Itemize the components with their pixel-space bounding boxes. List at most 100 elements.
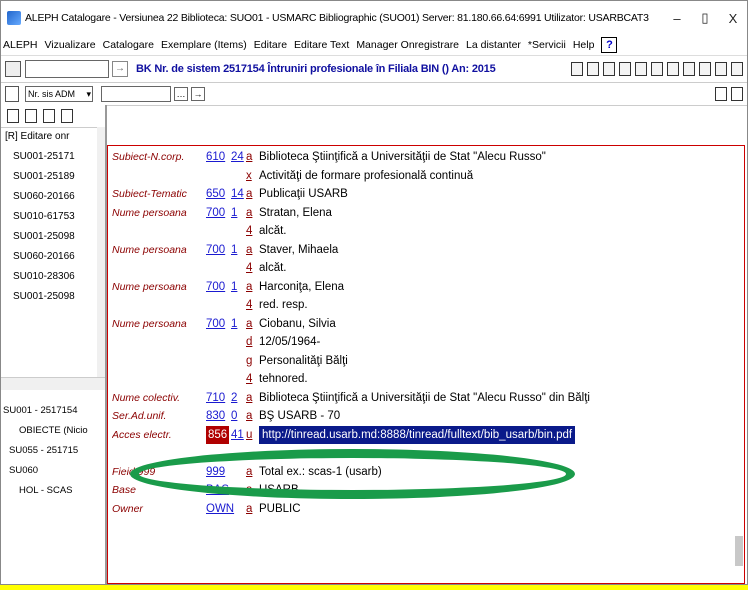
record-field-line[interactable]: x Activităţi de formare profesională cont… [108, 167, 728, 186]
record-field-line[interactable]: Fieid 999 999 a Total ex.: scas-1 (usarb) [108, 463, 728, 482]
record-field-line[interactable]: Nume persoana 700 1 a Staver, Mihaela [108, 241, 728, 260]
field-value[interactable]: tehnored. [259, 370, 308, 389]
ellipsis-button[interactable]: … [174, 87, 188, 101]
menu-servicii[interactable]: *Servicii [528, 39, 566, 51]
tree-item[interactable]: SU010-61753 [1, 207, 97, 227]
record-editor: Subiect-N.corp. 610 24 a Biblioteca Ştiinţif… [107, 145, 745, 584]
field-value[interactable]: 12/05/1964- [259, 333, 320, 352]
menu-help[interactable]: Help [573, 39, 595, 51]
record-field-line[interactable]: d 12/05/1964- [108, 333, 728, 352]
record-field-line[interactable]: Subiect-Tematic 650 14 a Publicaţii USARB [108, 185, 728, 204]
menu-manager[interactable]: Manager Onregistrare [356, 39, 459, 51]
field-value[interactable]: BŞ USARB - 70 [259, 407, 340, 426]
tree-item[interactable]: SU060-20166 [1, 247, 97, 267]
print-icon[interactable] [699, 62, 711, 76]
field-value[interactable]: alcăt. [259, 222, 287, 241]
tree2-item[interactable]: HOL - SCAS [1, 481, 105, 501]
tree2-item[interactable]: SU055 - 251715 [1, 441, 105, 461]
field-indicator: 24 [231, 151, 244, 163]
lock-icon[interactable] [667, 62, 679, 76]
menu-editare[interactable]: Editare [254, 39, 287, 51]
help-icon[interactable]: ? [601, 37, 618, 53]
refresh-icon[interactable] [715, 62, 727, 76]
record-field-line[interactable]: Acces electr. 856 41 u http://tinread.usarb.… [108, 425, 728, 444]
field-value[interactable]: USARB [259, 481, 299, 500]
field-value[interactable]: alcăt. [259, 259, 287, 278]
edit-icon[interactable] [731, 87, 743, 101]
menu-catalogare[interactable]: Catalogare [103, 39, 154, 51]
tree-item[interactable]: SU010-28306 [1, 267, 97, 287]
record-field-line[interactable]: 4 alcăt. [108, 222, 728, 241]
tree-find-icon[interactable] [61, 109, 73, 123]
scrollbar-thumb[interactable] [735, 536, 743, 566]
view-icon[interactable] [715, 87, 727, 101]
record-field-line[interactable]: Owner OWN a PUBLIC [108, 500, 728, 519]
record-field-line[interactable]: Nume colectiv. 710 2 a Biblioteca Ştiinţific… [108, 389, 728, 408]
editor-scrollbar[interactable] [732, 146, 744, 583]
field-value[interactable]: Staver, Mihaela [259, 241, 338, 260]
record-field-line[interactable]: Subiect-N.corp. 610 24 a Biblioteca Ştiinţif… [108, 148, 728, 167]
tree2-item[interactable]: SU060 [1, 461, 105, 481]
menu-la-distanter[interactable]: La distanter [466, 39, 521, 51]
record-field-line[interactable]: g Personalităţi Bălţi [108, 352, 728, 371]
tree2-item[interactable]: SU001 - 2517154 [1, 401, 105, 421]
tree-new-icon[interactable] [7, 109, 19, 123]
maximize-button[interactable]: ▯ [691, 10, 719, 26]
list-icon[interactable] [619, 62, 631, 76]
tree-horizontal-scrollbar[interactable] [1, 377, 105, 390]
page-icon[interactable] [5, 86, 19, 102]
tree-cut-icon[interactable] [43, 109, 55, 123]
field-value[interactable]: PUBLIC [259, 500, 301, 519]
record-number-input[interactable] [25, 60, 109, 78]
tree-vertical-scrollbar[interactable] [97, 127, 105, 377]
menu-editare-text[interactable]: Editare Text [294, 39, 349, 51]
tree-item[interactable]: SU060-20166 [1, 187, 97, 207]
base-select[interactable]: Nr. sis ADM [25, 86, 93, 102]
record-field-line[interactable]: 4 alcăt. [108, 259, 728, 278]
save-icon[interactable] [571, 62, 583, 76]
record-field-line[interactable]: Nume persoana 700 1 a Stratan, Elena [108, 204, 728, 223]
toolbar-primary: → BK Nr. de sistem 2517154 Întruniri pro… [1, 56, 747, 83]
record-field-line[interactable]: Nume persoana 700 1 a Ciobanu, Silvia [108, 315, 728, 334]
tree-root[interactable]: [R] Editare onr [1, 127, 97, 147]
record-field-line[interactable]: Nume persoana 700 1 a Harconiţa, Elena [108, 278, 728, 297]
tree-copy-icon[interactable] [25, 109, 37, 123]
field-value[interactable]: Publicaţii USARB [259, 185, 348, 204]
grid-icon[interactable] [603, 62, 615, 76]
tree-item[interactable]: SU001-25098 [1, 227, 97, 247]
export-icon[interactable] [731, 62, 743, 76]
record-field-line[interactable]: Base BAS a USARB [108, 481, 728, 500]
field-value[interactable]: Personalităţi Bălţi [259, 352, 348, 371]
go-arrow-icon[interactable]: → [112, 61, 128, 77]
field-value[interactable]: Activităţi de formare profesională conti… [259, 167, 473, 186]
tools-icon[interactable] [587, 62, 599, 76]
document-icon[interactable] [5, 61, 21, 77]
tree-item[interactable]: SU001-25189 [1, 167, 97, 187]
menu-exemplare[interactable]: Exemplare (Items) [161, 39, 247, 51]
tree2-item[interactable]: OBIECTE (Nicio [1, 421, 105, 441]
field-value[interactable]: Stratan, Elena [259, 204, 332, 223]
field-value[interactable]: Biblioteca Ştiinţifică a Universităţii d… [259, 389, 590, 408]
menu-aleph[interactable]: ALEPH [3, 39, 37, 51]
link-icon[interactable] [635, 62, 647, 76]
table-icon[interactable] [683, 62, 695, 76]
record-field-line[interactable]: 4 red. resp. [108, 296, 728, 315]
tree-item[interactable]: SU001-25171 [1, 147, 97, 167]
title-bar: ALEPH Catalogare - Versiunea 22 Bibliote… [1, 1, 747, 35]
field-value[interactable]: Total ex.: scas-1 (usarb) [259, 463, 382, 482]
tree-item[interactable]: SU001-25098 [1, 287, 97, 307]
minimize-button[interactable]: – [663, 11, 691, 26]
record-field-line[interactable]: Ser.Ad.unif. 830 0 a BŞ USARB - 70 [108, 407, 728, 426]
search-arrow-icon[interactable]: → [191, 87, 205, 101]
field-value[interactable]: http://tinread.usarb.md:8888/tinread/ful… [259, 425, 576, 444]
menu-vizualizare[interactable]: Vizualizare [44, 39, 95, 51]
check-icon[interactable] [651, 62, 663, 76]
close-button[interactable]: X [719, 11, 747, 26]
record-field-line[interactable]: 4 tehnored. [108, 370, 728, 389]
search-input[interactable] [101, 86, 171, 102]
field-value[interactable]: Biblioteca Ştiinţifică a Universităţii d… [259, 148, 546, 167]
field-value[interactable]: Harconiţa, Elena [259, 278, 344, 297]
record-field-line[interactable] [108, 444, 728, 463]
field-value[interactable]: red. resp. [259, 296, 308, 315]
field-value[interactable]: Ciobanu, Silvia [259, 315, 336, 334]
